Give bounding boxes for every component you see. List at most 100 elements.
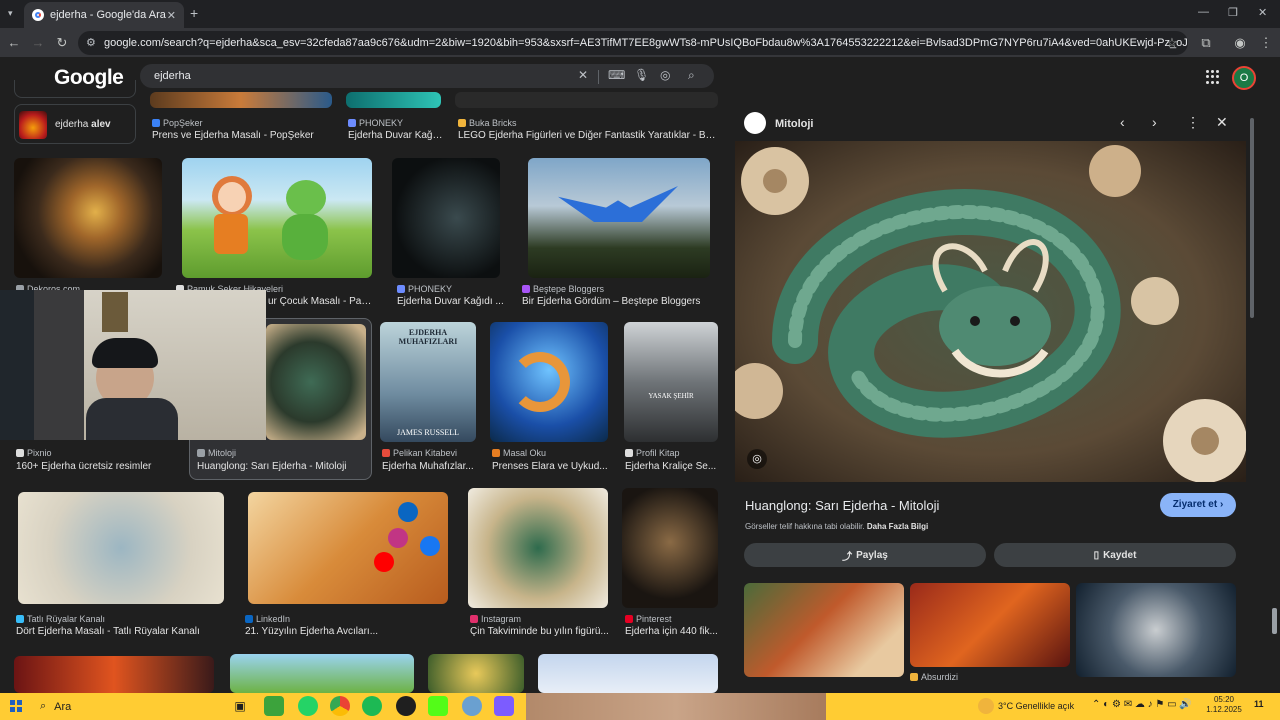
- panel-scrollbar[interactable]: [1250, 118, 1254, 318]
- more-info-link[interactable]: Daha Fazla Bilgi: [867, 522, 928, 531]
- search-icon[interactable]: ⌕: [688, 68, 695, 83]
- tab-list-chevron-icon[interactable]: ▾: [8, 8, 13, 19]
- clock-time[interactable]: 05:20: [1212, 695, 1236, 704]
- result-image[interactable]: [266, 324, 366, 440]
- result-image[interactable]: [230, 654, 414, 693]
- next-icon[interactable]: ›: [1152, 114, 1157, 130]
- result-title[interactable]: Ejderha Muhafızlar...: [382, 461, 478, 472]
- whatsapp-icon[interactable]: [298, 696, 318, 716]
- chrome-icon[interactable]: [330, 696, 350, 716]
- reload-icon[interactable]: ↻: [54, 35, 70, 51]
- new-tab-icon[interactable]: +: [190, 5, 198, 21]
- result-title[interactable]: 21. Yüzyılın Ejderha Avcıları...: [245, 626, 450, 637]
- result-image[interactable]: [538, 654, 718, 693]
- preview-image[interactable]: ◎: [735, 141, 1246, 482]
- result-image[interactable]: [14, 158, 162, 278]
- related-image[interactable]: [910, 583, 1070, 667]
- app-icon[interactable]: [494, 696, 514, 716]
- app-icon[interactable]: [462, 696, 482, 716]
- webcam-poster: [102, 292, 128, 332]
- profile-icon[interactable]: ◉: [1232, 35, 1248, 51]
- taskbar-wallpaper: [526, 693, 826, 720]
- restore-icon[interactable]: ❐: [1228, 6, 1238, 19]
- notification-badge[interactable]: 11: [1254, 699, 1264, 709]
- result-image[interactable]: [14, 656, 214, 693]
- chip-label-prefix: ejderha: [55, 119, 89, 130]
- result-title[interactable]: Ejderha için 440 fik...: [625, 626, 719, 637]
- task-view-icon[interactable]: ▣: [230, 696, 250, 716]
- address-bar[interactable]: ⚙ google.com/search?q=ejderha&sca_esv=32…: [78, 31, 1188, 55]
- result-image[interactable]: [528, 158, 710, 278]
- google-apps-icon[interactable]: [1206, 70, 1220, 84]
- lens-icon[interactable]: ◎: [660, 68, 670, 82]
- avatar[interactable]: O: [1232, 66, 1256, 90]
- tray-icons[interactable]: ⌃ ◐ ⚙ ✉ ☁ ♪ ⚑ ▭ 🔊: [1092, 699, 1192, 710]
- page-scrollbar[interactable]: [1272, 608, 1277, 634]
- flower: [1131, 277, 1179, 325]
- result-image[interactable]: [490, 322, 608, 442]
- close-tab-icon[interactable]: ✕: [167, 9, 176, 22]
- result-title[interactable]: Çin Takviminde bu yılın figürü...: [470, 626, 610, 637]
- result-title[interactable]: Bir Ejderha Gördüm – Beştepe Bloggers: [522, 296, 718, 307]
- result-image[interactable]: [248, 492, 448, 604]
- result-title[interactable]: ur Çocuk Masalı - Pam...: [268, 296, 378, 307]
- back-icon[interactable]: ←: [6, 35, 22, 51]
- close-panel-icon[interactable]: ✕: [1216, 114, 1228, 131]
- bookmark-star-icon[interactable]: ☆: [1164, 35, 1180, 51]
- forward-icon[interactable]: →: [30, 35, 46, 51]
- result-image[interactable]: [622, 488, 718, 608]
- visit-button[interactable]: Ziyaret et ›: [1160, 493, 1236, 517]
- previous-icon[interactable]: ‹: [1120, 114, 1125, 130]
- result-title[interactable]: 160+ Ejderha ücretsiz resimler: [16, 461, 186, 472]
- result-title[interactable]: Prenses Elara ve Uykud...: [492, 461, 610, 472]
- menu-icon[interactable]: ⋮: [1258, 35, 1274, 51]
- more-options-icon[interactable]: ⋮: [1186, 114, 1200, 131]
- related-image[interactable]: [1076, 583, 1236, 677]
- book-author: JAMES RUSSELL: [396, 428, 459, 437]
- result-image-book[interactable]: YASAK ŞEHİR: [624, 322, 718, 442]
- result-title[interactable]: Ejderha Duvar Kağı...: [348, 130, 443, 141]
- result-image[interactable]: [468, 488, 608, 608]
- panel-site-name[interactable]: Mitoloji: [775, 118, 814, 130]
- clock-date[interactable]: 1.12.2025: [1204, 705, 1244, 714]
- minimize-icon[interactable]: —: [1198, 6, 1209, 18]
- result-image[interactable]: [182, 158, 372, 278]
- result-title[interactable]: LEGO Ejderha Figürleri ve Diğer Fantasti…: [458, 130, 718, 141]
- close-window-icon[interactable]: ✕: [1258, 6, 1267, 19]
- result-image[interactable]: [455, 92, 718, 108]
- lens-search-icon[interactable]: ◎: [747, 449, 767, 469]
- extensions-icon[interactable]: ⧉: [1198, 35, 1214, 51]
- result-title[interactable]: Huanglong: Sarı Ejderha - Mitoloji: [197, 461, 369, 472]
- save-button[interactable]: ▯ Kaydet: [994, 543, 1236, 567]
- widgets-icon[interactable]: [264, 696, 284, 716]
- clear-search-icon[interactable]: ✕: [578, 68, 588, 82]
- result-title[interactable]: Ejderha Duvar Kağıdı ...: [397, 296, 505, 307]
- keyboard-icon[interactable]: ⌨: [608, 68, 625, 82]
- search-input[interactable]: ejderha: [140, 64, 714, 88]
- spotify-icon[interactable]: [362, 696, 382, 716]
- site-info-icon[interactable]: ⚙: [86, 31, 96, 55]
- weather-text[interactable]: 3°C Genellikle açık: [998, 701, 1074, 711]
- result-title[interactable]: Ejderha Kraliçe Se...: [625, 461, 719, 472]
- panel-title[interactable]: Huanglong: Sarı Ejderha - Mitoloji: [745, 498, 939, 513]
- result-image[interactable]: [150, 92, 332, 108]
- result-image[interactable]: [346, 92, 441, 108]
- share-button[interactable]: ⤴ Paylaş: [744, 543, 986, 567]
- taskbar-search[interactable]: ⌕ Ara: [32, 696, 222, 717]
- kick-icon[interactable]: [428, 696, 448, 716]
- related-search-chip[interactable]: ejderha alev: [14, 104, 136, 144]
- result-image[interactable]: [428, 654, 524, 693]
- url-text: google.com/search?q=ejderha&sca_esv=32cf…: [104, 37, 1188, 49]
- result-title[interactable]: Dört Ejderha Masalı - Tatlı Rüyalar Kana…: [16, 626, 226, 637]
- related-image[interactable]: [744, 583, 904, 677]
- app-icon[interactable]: [396, 696, 416, 716]
- taskbar: ⌕ Ara ▣ 3°C Genellikle açık ⌃ ◐ ⚙ ✉ ☁ ♪ ⚑…: [0, 693, 1280, 720]
- windows-start-icon[interactable]: [10, 700, 22, 712]
- result-title[interactable]: Prens ve Ejderha Masalı - PopŞeker: [152, 130, 332, 141]
- result-image[interactable]: [18, 492, 224, 604]
- webcam-window: [0, 290, 34, 440]
- result-image-book[interactable]: EJDERHA MUHAFIZLARI JAMES RUSSELL: [380, 322, 476, 442]
- browser-tab[interactable]: ejderha - Google'da Ara ✕: [24, 2, 184, 28]
- microphone-icon[interactable]: 🎙: [634, 68, 649, 82]
- result-image[interactable]: [392, 158, 500, 278]
